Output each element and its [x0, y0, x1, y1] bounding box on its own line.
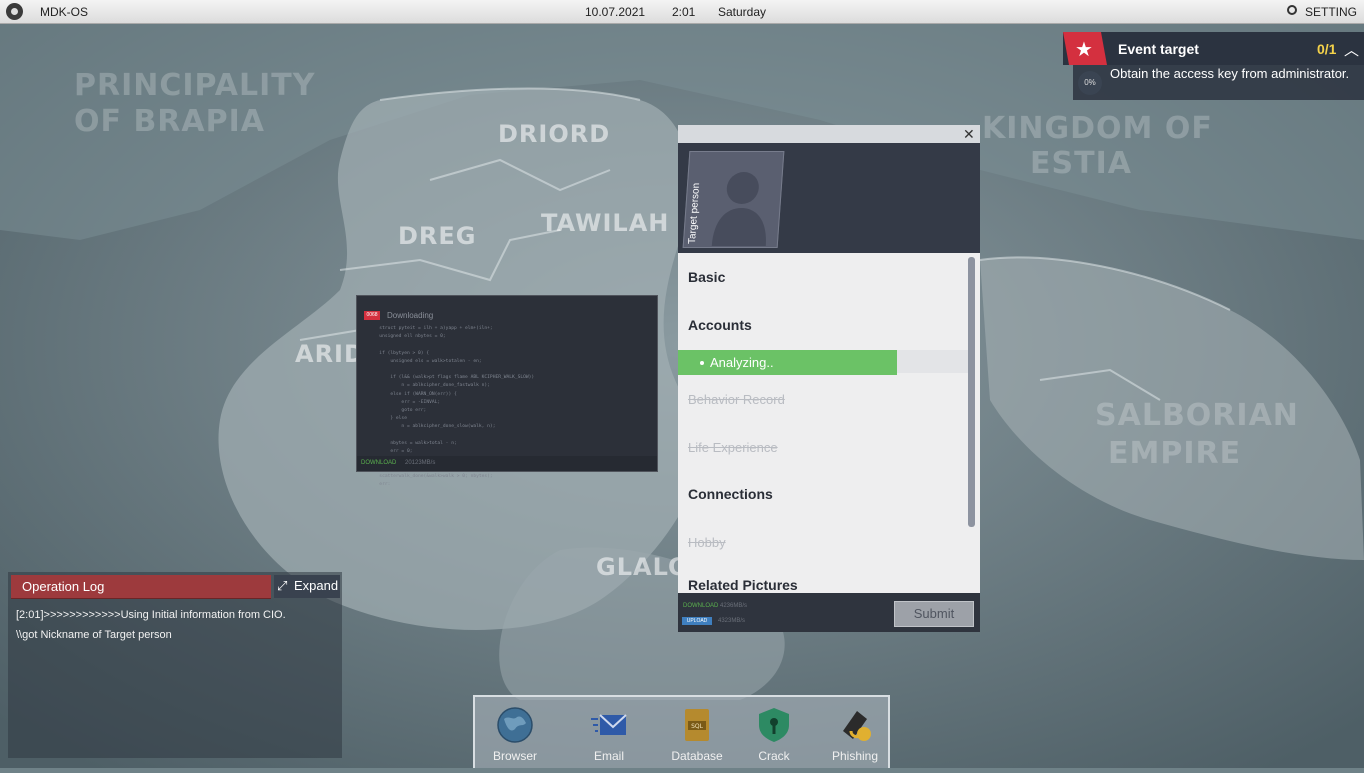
map-label-empire: EMPIRE: [1108, 436, 1242, 471]
dock-label: Browser: [492, 749, 537, 763]
analyzing-label: Analyzing..: [710, 355, 774, 370]
event-target-description: Obtain the access key from administrator…: [1110, 66, 1350, 81]
setting-button[interactable]: SETTING: [1305, 5, 1357, 19]
dot-icon: [700, 360, 704, 365]
download-title: Downloading: [387, 311, 434, 320]
event-target-title: Event target: [1118, 41, 1199, 57]
event-target-count: 0/1: [1317, 41, 1337, 57]
expand-button[interactable]: ⤢ Expand: [274, 575, 340, 598]
sql-database-icon: SQL: [685, 709, 709, 741]
day-display: Saturday: [718, 5, 767, 19]
map-label-dreg: DREG: [398, 222, 477, 250]
dock-email[interactable]: Email: [574, 703, 644, 767]
time-display: 2:01: [672, 5, 696, 19]
date-display: 10.07.2021: [585, 5, 646, 19]
map-label-salborian: SALBORIAN: [1095, 398, 1299, 433]
download-badge: 0068: [364, 311, 380, 320]
os-logo-icon[interactable]: [6, 3, 23, 20]
hook-icon: [843, 711, 871, 741]
card-label: Target person: [686, 182, 703, 244]
category-related-pictures[interactable]: Related Pictures: [688, 577, 798, 593]
top-bar: MDK-OS 10.07.2021 2:01 Saturday SETTING: [0, 0, 1364, 24]
upload-speed: 4323MB/s: [718, 618, 746, 624]
log-line: [2:01]>>>>>>>>>>>>Using Initial informat…: [16, 609, 286, 621]
map-label-arid: ARID: [295, 340, 365, 368]
category-basic[interactable]: Basic: [688, 269, 725, 285]
target-person-card: Target person: [682, 151, 785, 248]
category-accounts[interactable]: Accounts: [688, 317, 752, 333]
svg-text:SQL: SQL: [691, 723, 704, 730]
close-icon[interactable]: ✕: [963, 126, 975, 143]
dock-phishing[interactable]: Phishing: [820, 703, 890, 767]
dock-crack[interactable]: Crack: [739, 703, 809, 767]
dock-database[interactable]: SQL Database: [662, 703, 732, 767]
gear-icon[interactable]: [1287, 5, 1297, 15]
operation-log-title: Operation Log: [22, 579, 105, 594]
expand-label: Expand: [294, 578, 339, 593]
download-footer: DOWNLOAD 20123MB/s: [357, 456, 657, 471]
map-label-glalo: GLALO: [596, 553, 690, 581]
target-person-window: ✕ Target person Basic Accounts Analyzing…: [678, 125, 980, 632]
category-behavior-record: Behavior Record: [688, 392, 785, 407]
map-label-principality: PRINCIPALITY: [74, 68, 316, 103]
map-label-estia: ESTIA: [1030, 146, 1132, 181]
profile-header: Target person: [678, 143, 980, 253]
category-life-experience: Life Experience: [688, 440, 778, 455]
envelope-icon: [591, 714, 627, 735]
os-name: MDK-OS: [40, 5, 88, 19]
event-target-header[interactable]: ★ Event target 0/1 ︿: [1063, 32, 1364, 65]
map-label-tawilah: TAWILAH: [541, 209, 670, 237]
shield-key-icon: [759, 708, 789, 742]
upload-label: UPLOAD: [682, 617, 712, 625]
event-progress-badge: 0%: [1078, 71, 1102, 95]
operation-log-panel: Operation Log ⤢ Expand [2:01]>>>>>>>>>>>…: [8, 572, 342, 758]
expand-icon: ⤢: [277, 578, 288, 593]
submit-button[interactable]: Submit: [894, 601, 974, 627]
event-badge: ★: [1063, 32, 1107, 65]
dock-label: Database: [671, 749, 723, 763]
person-silhouette-icon: [711, 172, 766, 246]
scrollbar-thumb[interactable]: [968, 257, 975, 527]
map-label-kingdom: KINGDOM OF: [982, 111, 1213, 146]
event-target-body: 0% Obtain the access key from administra…: [1073, 65, 1364, 100]
globe-icon: [497, 707, 533, 743]
dock-label: Email: [593, 749, 624, 763]
analyzing-progress-bar: Analyzing..: [678, 350, 897, 375]
profile-category-list: Basic Accounts Analyzing.. Behavior Reco…: [678, 253, 980, 593]
operation-log-header: Operation Log: [11, 575, 271, 599]
window-titlebar[interactable]: ✕: [678, 125, 980, 143]
download-speed: 4236MB/s: [720, 603, 748, 609]
dock-browser[interactable]: Browser: [480, 703, 550, 767]
map-label-brapia: OF BRAPIA: [74, 104, 265, 139]
dock-label: Crack: [758, 749, 790, 763]
analyzing-row: Analyzing..: [678, 350, 970, 375]
download-label: DOWNLOAD: [683, 603, 719, 609]
star-icon: ★: [1075, 39, 1093, 61]
category-hobby: Hobby: [688, 535, 726, 550]
log-line: \\got Nickname of Target person: [16, 629, 172, 641]
target-window-footer: DOWNLOAD 4236MB/s UPLOAD 4323MB/s Submit: [678, 593, 980, 632]
map-label-driord: DRIORD: [498, 120, 611, 148]
download-speed: 20123MB/s: [405, 460, 436, 466]
event-target-panel: ★ Event target 0/1 ︿ 0% Obtain the acces…: [1063, 32, 1364, 100]
download-label: DOWNLOAD: [361, 460, 397, 466]
app-dock: Browser Email SQL Database Crack Phishin…: [473, 695, 890, 768]
dock-label: Phishing: [831, 749, 879, 763]
category-connections[interactable]: Connections: [688, 486, 773, 502]
chevron-up-icon[interactable]: ︿: [1344, 39, 1359, 60]
downloading-window[interactable]: 0068 Downloading struct pyteit = ilh + a…: [356, 295, 658, 487]
